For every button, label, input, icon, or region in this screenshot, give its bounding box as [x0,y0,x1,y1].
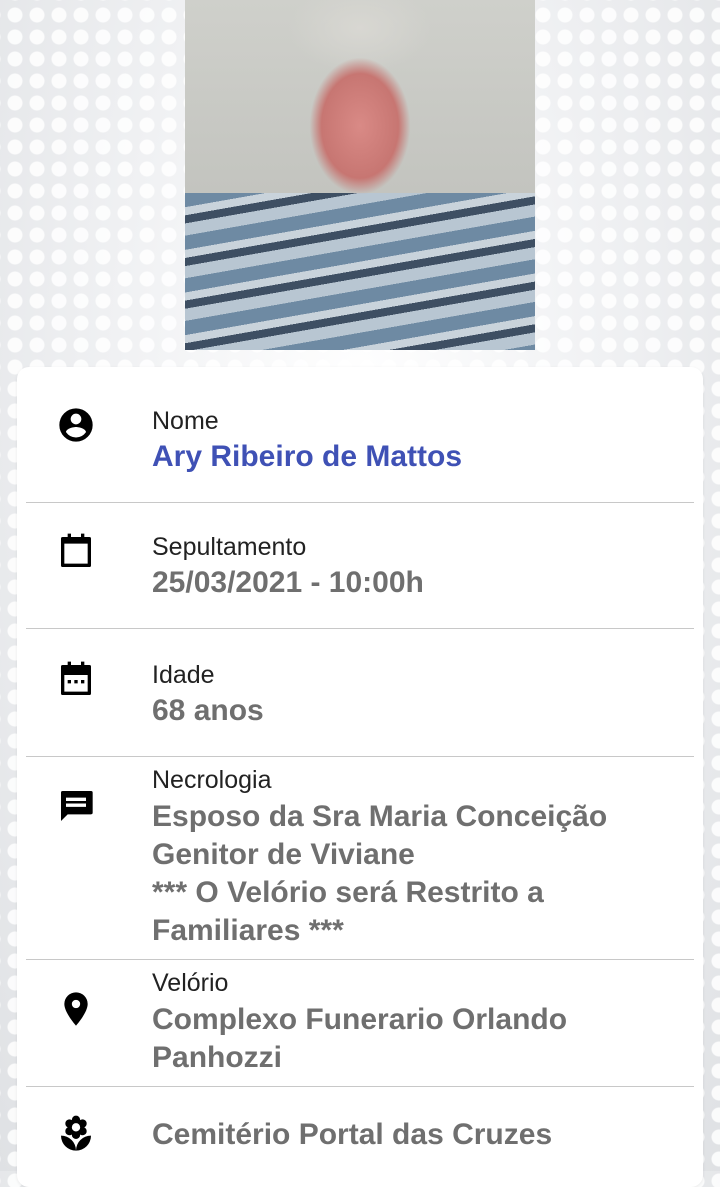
label-velorio: Velório [152,969,229,997]
flower-icon [56,1114,96,1154]
calendar-dots-icon [56,660,96,700]
row-sepultamento: Sepultamento 25/03/2021 - 10:00h [26,502,694,629]
message-icon [56,786,96,826]
obituary-text: Esposo da Sra Maria Conceição Genitor de… [152,798,672,950]
label-nome: Nome [152,407,219,435]
row-idade: Idade 68 anos [26,628,694,757]
age-value: 68 anos [152,694,264,727]
obituary-line: Familiares *** [152,914,344,947]
obituary-card: Nome Ary Ribeiro de Mattos Sepultamento … [17,367,703,1187]
account-circle-icon [56,405,96,445]
wake-location-line: Panhozzi [152,1041,283,1074]
label-sepultamento: Sepultamento [152,533,307,561]
wake-location-line: Complexo Funerario Orlando [152,1003,568,1036]
portrait-photo [185,0,535,350]
label-necrologia: Necrologia [152,766,272,794]
wake-location: Complexo Funerario Orlando Panhozzi [152,1001,672,1077]
row-velorio: Velório Complexo Funerario Orlando Panho… [26,959,694,1087]
location-pin-icon [56,989,96,1029]
obituary-line: Esposo da Sra Maria Conceição [152,800,608,833]
calendar-icon [56,532,96,572]
row-cemiterio: Cemitério Portal das Cruzes [26,1086,694,1176]
row-nome: Nome Ary Ribeiro de Mattos [26,367,694,503]
deceased-name: Ary Ribeiro de Mattos [152,440,463,473]
obituary-line: *** O Velório será Restrito a [152,876,544,909]
label-idade: Idade [152,661,215,689]
row-necrologia: Necrologia Esposo da Sra Maria Conceição… [26,756,694,960]
cemetery-name: Cemitério Portal das Cruzes [152,1118,553,1151]
burial-datetime: 25/03/2021 - 10:00h [152,566,424,599]
obituary-line: Genitor de Viviane [152,838,415,871]
